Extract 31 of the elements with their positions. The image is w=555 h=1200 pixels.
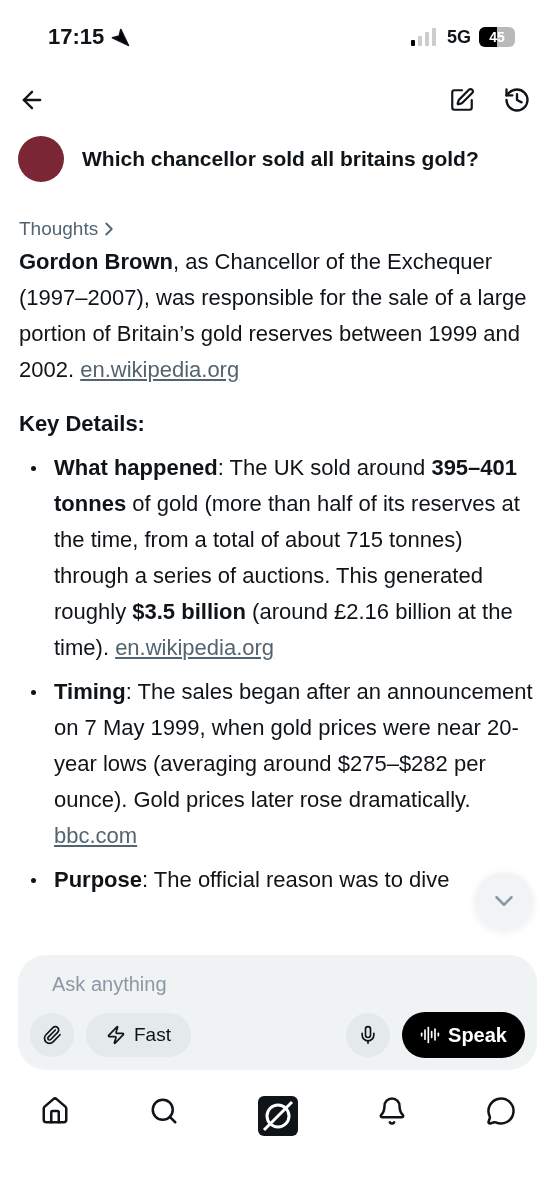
mode-button[interactable]: Fast [86, 1013, 191, 1057]
ask-input[interactable]: Ask anything [30, 971, 525, 998]
bullet-dot [31, 690, 36, 695]
history-icon [503, 86, 531, 114]
network-label: 5G [447, 26, 471, 48]
speak-button[interactable]: Speak [402, 1012, 525, 1058]
bullet-dot [31, 878, 36, 883]
user-question: Which chancellor sold all britains gold? [82, 147, 479, 171]
mic-button[interactable] [346, 1013, 391, 1057]
user-avatar [18, 136, 64, 182]
status-time: 17:15 [48, 24, 105, 50]
bullet-text: Timing: The sales began after an announcement on 7 May 1999, when gold prices were near 20-year lows (averaging around $275–$282 per ounce). Gold prices later rose dramatically. bbc.com [54, 678, 534, 850]
location-icon [110, 27, 131, 47]
answer-paragraph: Gordon Brown, as Chancellor of the Exchequer (1997–2007), was responsible for the sale of a large portion of Britain’s gold reserves between 1999 and 2002. en.wikipedia.org [19, 248, 528, 384]
chat-bubble-icon [485, 1096, 516, 1126]
paperclip-icon [42, 1025, 62, 1045]
edit-icon [449, 87, 475, 113]
bullet-text: What happened: The UK sold around 395–401 tonnes of gold (more than half of its reserves at the time, from a total of about 715 tonnes) through a series of auctions. This generated roughly $3.5 billion (around £2.16 billion at the time). en.wikipedia.org [54, 454, 521, 662]
source-link[interactable]: bbc.com [54, 823, 138, 848]
sound-wave-icon [420, 1025, 441, 1045]
signal-icon [411, 28, 437, 46]
battery-percent: 45 [489, 29, 505, 45]
lightning-icon [106, 1025, 126, 1045]
bullet-dot [31, 466, 36, 471]
section-heading: Key Details: [19, 410, 146, 438]
home-icon [39, 1096, 70, 1126]
bullet-text: Purpose: The official reason was to dive [54, 866, 450, 894]
thoughts-toggle[interactable]: Thoughts [19, 218, 121, 240]
attach-button[interactable] [30, 1013, 74, 1057]
source-link[interactable]: en.wikipedia.org [115, 635, 275, 660]
source-link[interactable]: en.wikipedia.org [80, 357, 240, 382]
